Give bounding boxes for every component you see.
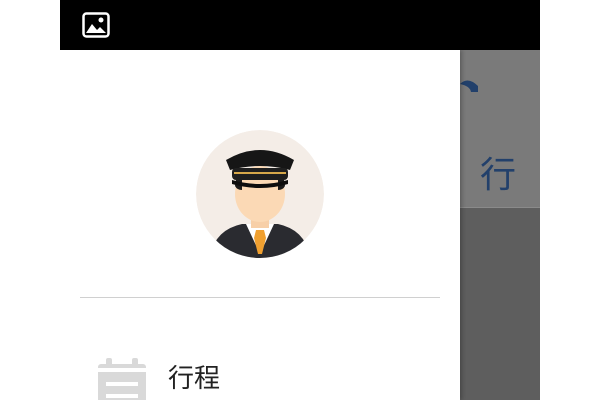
menu-item-trips-label: 行程 [168, 364, 221, 394]
phone-screen: 行 行程 [60, 0, 540, 400]
driver-avatar-icon[interactable] [196, 130, 324, 258]
app-logo-icon [460, 80, 478, 92]
screen: 行 行程 [0, 0, 600, 400]
drawer-divider [80, 297, 440, 298]
trip-list-icon [98, 358, 146, 400]
status-bar [60, 0, 540, 50]
navigation-drawer: 行程 [60, 50, 460, 400]
gallery-icon [82, 12, 110, 38]
background-app-title: 行 [480, 155, 517, 196]
menu-item-trips[interactable]: 行程 [60, 346, 460, 400]
